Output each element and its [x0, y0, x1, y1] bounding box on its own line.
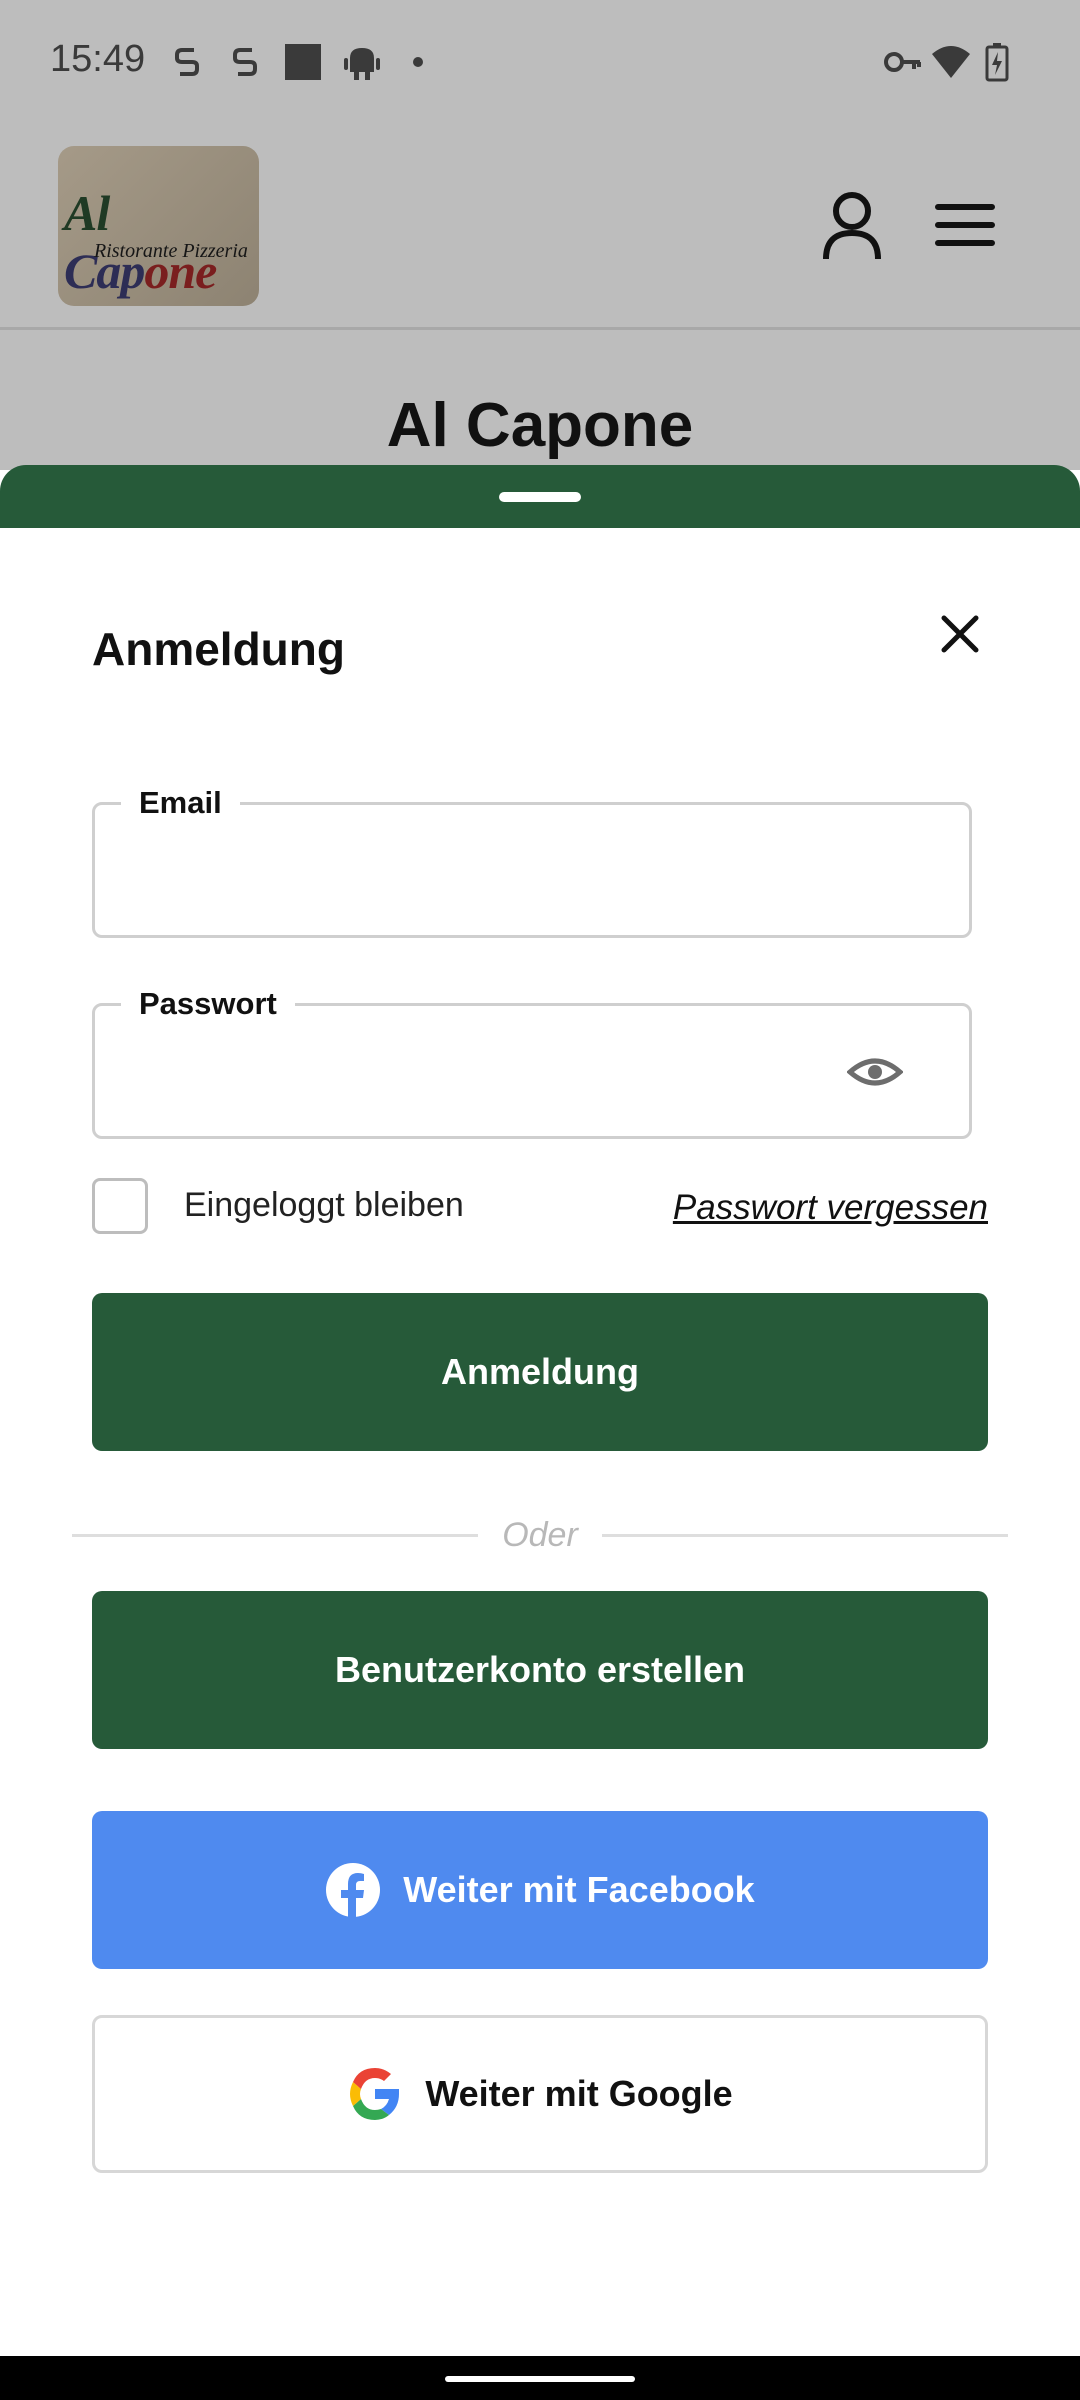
notification-s-icon	[233, 48, 257, 76]
create-account-label: Benutzerkonto erstellen	[334, 1649, 746, 1690]
password-input[interactable]	[123, 1040, 887, 1102]
facebook-icon	[326, 1863, 381, 1918]
email-input[interactable]	[123, 839, 887, 901]
login-button-label: Anmeldung	[441, 1351, 639, 1392]
remember-checkbox[interactable]	[92, 1178, 148, 1234]
create-account-button[interactable]: Benutzerkonto erstellen	[92, 1591, 988, 1749]
forgot-password-link[interactable]: Passwort vergessen	[673, 1188, 988, 1228]
logo-subtitle: Ristorante Pizzeria	[94, 240, 248, 262]
close-icon[interactable]	[928, 602, 992, 666]
vpn-key-icon	[884, 52, 921, 72]
notification-s-icon	[175, 48, 199, 76]
google-login-label: Weiter mit Google	[425, 2073, 733, 2114]
facebook-login-label: Weiter mit Facebook	[403, 1869, 755, 1910]
remember-label[interactable]: Eingeloggt bleiben	[184, 1186, 464, 1225]
status-bar: 15:49	[0, 0, 1080, 125]
app-square-icon	[285, 44, 321, 80]
email-field: Email	[92, 783, 972, 938]
home-gesture-handle[interactable]	[445, 2376, 635, 2382]
battery-charging-icon	[985, 43, 1009, 82]
android-icon	[344, 48, 380, 80]
facebook-login-button[interactable]: Weiter mit Facebook	[92, 1811, 988, 1969]
page-background: Al Capone	[0, 330, 1080, 470]
sheet-drag-handle[interactable]	[499, 492, 581, 502]
or-divider: Oder	[72, 1516, 1008, 1556]
email-label: Email	[121, 783, 240, 823]
google-login-button[interactable]: Weiter mit Google	[92, 2015, 988, 2173]
hamburger-menu-icon[interactable]	[926, 185, 1006, 265]
password-field: Passwort	[92, 984, 972, 1139]
eye-icon[interactable]	[847, 1044, 903, 1100]
status-time: 15:49	[50, 38, 146, 80]
login-button[interactable]: Anmeldung	[92, 1293, 988, 1451]
system-nav-bar	[0, 2356, 1080, 2400]
page-title: Al Capone	[386, 391, 694, 460]
divider-label: Oder	[502, 1516, 578, 1554]
sheet-header-bar	[0, 465, 1080, 535]
restaurant-logo[interactable]: Al Capone Ristorante Pizzeria	[58, 146, 259, 306]
password-label: Passwort	[121, 984, 295, 1024]
google-icon	[350, 2068, 400, 2120]
dot-icon	[413, 57, 423, 67]
wifi-icon	[932, 46, 970, 78]
login-sheet: Anmeldung Email Passwort Eingeloggt blei…	[0, 528, 1080, 2356]
user-icon[interactable]	[812, 185, 892, 265]
sheet-title: Anmeldung	[92, 623, 345, 675]
app-header: Al Capone Ristorante Pizzeria	[0, 125, 1080, 330]
